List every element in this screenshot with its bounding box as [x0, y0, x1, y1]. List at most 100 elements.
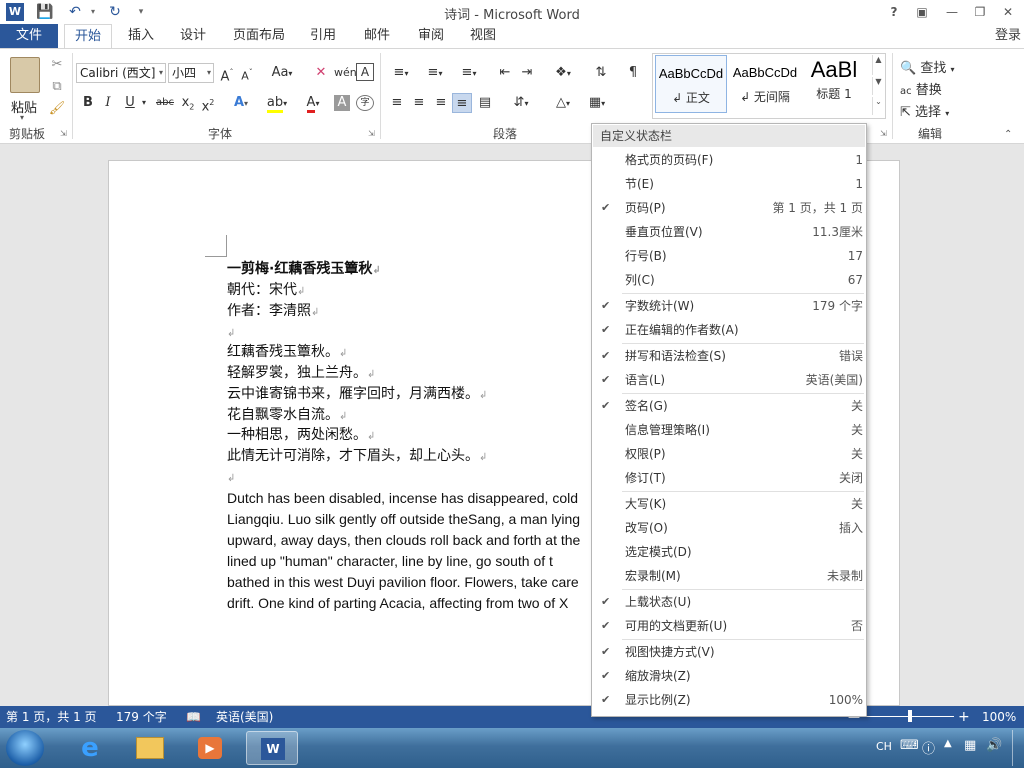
borders-icon[interactable]: ▦▾ — [582, 93, 612, 113]
shading-icon[interactable]: △▾ — [548, 93, 578, 113]
tab-design[interactable]: 设计 — [170, 24, 216, 48]
status-menu-item[interactable]: ✔ 视图快捷方式(V) — [593, 640, 865, 664]
status-menu-item[interactable]: 垂直页位置(V) 11.3厘米 — [593, 220, 865, 244]
increase-indent-icon[interactable]: ⇥ — [518, 63, 536, 83]
format-painter-icon[interactable]: 🖌 — [48, 99, 66, 119]
underline-icon[interactable]: U — [122, 93, 138, 113]
tab-review[interactable]: 审阅 — [410, 24, 452, 48]
status-menu-item[interactable]: 列(C) 67 — [593, 268, 865, 292]
status-menu-item[interactable]: ✔ 拼写和语法检查(S) 错误 — [593, 344, 865, 368]
align-left-icon[interactable]: ≡ — [388, 93, 406, 113]
ribbon-display-options-icon[interactable]: ▣ — [912, 3, 932, 21]
keyboard-icon[interactable]: ⌨ — [900, 738, 919, 753]
status-word-count[interactable]: 179 个字 — [116, 706, 167, 728]
tab-file[interactable]: 文件 — [0, 24, 58, 48]
status-menu-item[interactable]: 大写(K) 关 — [593, 492, 865, 516]
status-menu-item[interactable]: 选定模式(D) — [593, 540, 865, 564]
status-zoom-level[interactable]: 100% — [982, 706, 1016, 728]
restore-icon[interactable]: ❐ — [970, 3, 990, 21]
network-icon[interactable]: ▦ — [964, 738, 976, 753]
status-menu-item[interactable]: 权限(P) 关 — [593, 442, 865, 466]
volume-icon[interactable]: 🔊 — [986, 738, 1002, 753]
status-menu-item[interactable]: ✔ 缩放滑块(Z) — [593, 664, 865, 688]
font-name-combo[interactable]: Calibri (西文] ▾ — [76, 63, 166, 83]
status-menu-item[interactable]: 修订(T) 关闭 — [593, 466, 865, 490]
sign-in-link[interactable]: 登录 — [992, 24, 1024, 48]
replace-button[interactable]: ac 替换 — [900, 79, 942, 98]
start-orb-icon[interactable] — [6, 730, 44, 766]
character-border-icon[interactable]: A — [356, 63, 374, 81]
sort-icon[interactable]: ⇅ — [592, 63, 610, 83]
status-menu-item[interactable]: ✔ 字数统计(W) 179 个字 — [593, 294, 865, 318]
enclose-characters-icon[interactable]: 字 — [356, 95, 374, 111]
paste-dropdown-icon[interactable]: ▾ — [20, 113, 24, 122]
style-normal[interactable]: AaBbCcDd ↲ 正文 — [655, 55, 727, 113]
align-right-icon[interactable]: ≡ — [432, 93, 450, 113]
tab-page-layout[interactable]: 页面布局 — [224, 24, 294, 48]
chevron-down-icon[interactable]: ▾ — [207, 64, 211, 82]
styles-scroll-down-icon[interactable]: ▼ — [872, 77, 884, 95]
ime-indicator[interactable]: CH — [876, 740, 892, 753]
cut-icon[interactable]: ✂ — [48, 55, 66, 75]
font-size-combo[interactable]: 小四 ▾ — [168, 63, 214, 83]
status-menu-item[interactable]: 行号(B) 17 — [593, 244, 865, 268]
minimize-icon[interactable]: — — [942, 3, 962, 21]
character-shading-icon[interactable]: A — [334, 95, 350, 111]
superscript-icon[interactable]: x2 — [200, 93, 216, 114]
explorer-icon[interactable] — [124, 731, 176, 765]
zoom-slider-thumb[interactable] — [908, 710, 912, 722]
text-effects-icon[interactable]: A▾ — [230, 93, 252, 113]
clipboard-launcher-icon[interactable]: ⇲ — [60, 129, 67, 138]
strikethrough-icon[interactable]: abc — [154, 93, 176, 113]
font-color-icon[interactable]: A▾ — [298, 93, 328, 113]
zoom-in-icon[interactable]: + — [958, 706, 970, 728]
select-button[interactable]: ⇱ 选择 ▾ — [900, 101, 949, 120]
distributed-icon[interactable]: ▤ — [476, 93, 494, 113]
status-menu-item[interactable]: 宏录制(M) 未录制 — [593, 564, 865, 588]
styles-scroll-up-icon[interactable]: ▲ — [872, 55, 884, 75]
decrease-indent-icon[interactable]: ⇤ — [496, 63, 514, 83]
styles-launcher-icon[interactable]: ⇲ — [880, 129, 887, 138]
tab-view[interactable]: 视图 — [462, 24, 504, 48]
shrink-font-icon[interactable]: Aˇ — [238, 63, 256, 83]
ie-icon[interactable]: e — [64, 731, 116, 765]
bullets-icon[interactable]: ≡▾ — [386, 63, 416, 83]
tab-mailings[interactable]: 邮件 — [356, 24, 398, 48]
multilevel-list-icon[interactable]: ≡▾ — [454, 63, 484, 83]
status-menu-item[interactable]: 改写(O) 插入 — [593, 516, 865, 540]
text-highlight-icon[interactable]: ab▾ — [262, 93, 292, 113]
status-menu-item[interactable]: ✔ 页码(P) 第 1 页，共 1 页 — [593, 196, 865, 220]
paste-icon[interactable] — [10, 57, 40, 93]
find-button[interactable]: 🔍 查找 ▾ — [900, 57, 955, 76]
show-hide-marks-icon[interactable]: ¶ — [624, 63, 642, 83]
tab-home[interactable]: 开始 — [64, 24, 112, 49]
italic-icon[interactable]: I — [100, 93, 116, 113]
tab-references[interactable]: 引用 — [302, 24, 344, 48]
styles-more-icon[interactable]: ⌄ — [872, 97, 884, 115]
status-menu-item[interactable]: ✔ 显示比例(Z) 100% — [593, 688, 865, 712]
phonetic-guide-icon[interactable]: wén — [334, 63, 357, 83]
status-language[interactable]: 英语(美国) — [216, 706, 273, 728]
status-menu-item[interactable]: 节(E) 1 — [593, 172, 865, 196]
zoom-slider[interactable] — [866, 710, 954, 722]
subscript-icon[interactable]: x2 — [180, 93, 196, 113]
chinese-layout-icon[interactable]: ❖▾ — [548, 63, 578, 83]
numbering-icon[interactable]: ≡▾ — [420, 63, 450, 83]
style-heading-1[interactable]: AaBl 标题 1 — [802, 55, 866, 113]
word-icon[interactable]: W — [246, 731, 298, 765]
collapse-ribbon-icon[interactable]: ⌃ — [1004, 129, 1012, 140]
status-menu-item[interactable]: ✔ 上载状态(U) — [593, 590, 865, 614]
media-player-icon[interactable]: ▶ — [184, 731, 236, 765]
status-menu-item[interactable]: ✔ 语言(L) 英语(美国) — [593, 368, 865, 392]
underline-dropdown-icon[interactable]: ▾ — [140, 93, 148, 113]
line-spacing-icon[interactable]: ⇵▾ — [506, 93, 536, 113]
status-page-number[interactable]: 第 1 页，共 1 页 — [6, 706, 97, 728]
help-icon[interactable]: ? — [884, 3, 904, 21]
help-icon[interactable]: ⓘ — [922, 738, 935, 757]
font-launcher-icon[interactable]: ⇲ — [368, 129, 375, 138]
style-no-spacing[interactable]: AaBbCcDd ↲ 无间隔 — [729, 55, 801, 113]
grow-font-icon[interactable]: Aˆ — [218, 63, 236, 84]
tab-insert[interactable]: 插入 — [118, 24, 164, 48]
chevron-down-icon[interactable]: ▾ — [159, 64, 163, 82]
status-menu-item[interactable]: 格式页的页码(F) 1 — [593, 148, 865, 172]
